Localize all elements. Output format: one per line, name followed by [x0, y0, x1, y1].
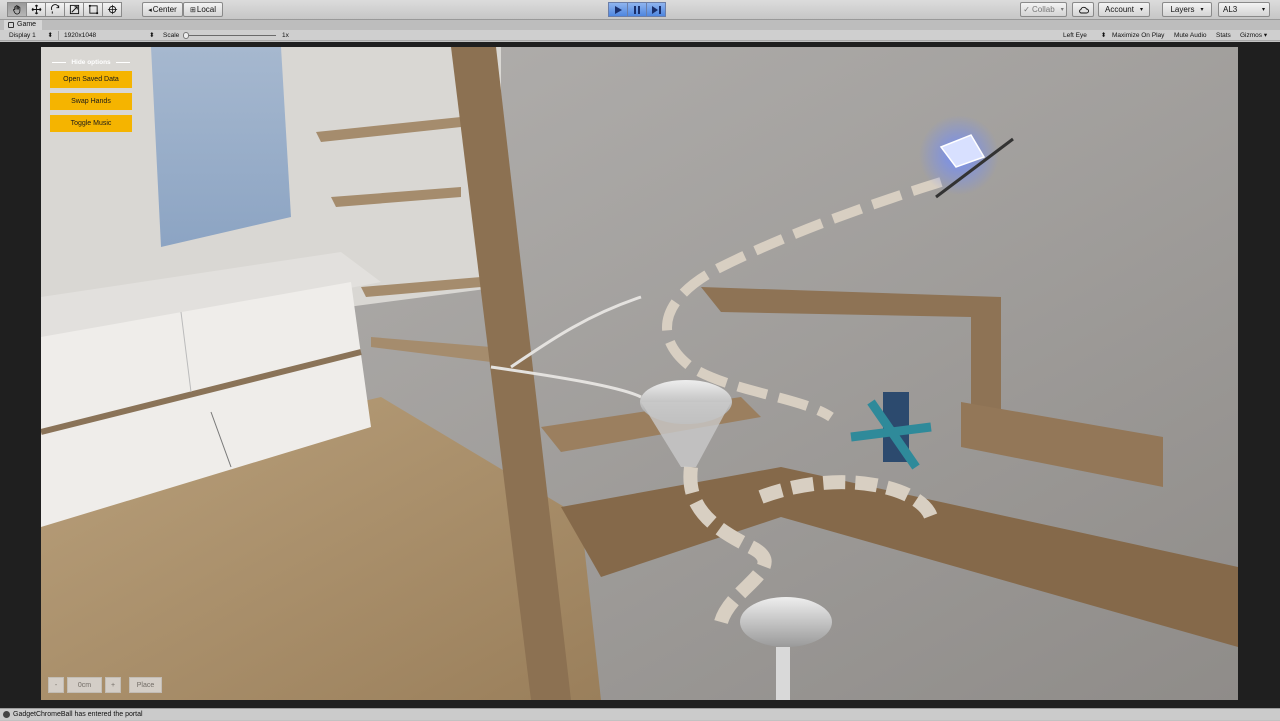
rect-tool-button[interactable]: [83, 2, 103, 17]
scale-slider-track[interactable]: [186, 35, 276, 36]
scale-tool-button[interactable]: [64, 2, 84, 17]
hide-options-label: Hide options: [71, 58, 111, 66]
maximize-on-play-toggle[interactable]: Maximize On Play: [1112, 30, 1164, 41]
game-scene-view[interactable]: [41, 47, 1238, 700]
funnel-stand: [776, 647, 790, 700]
collab-check-icon: ✓: [1023, 5, 1030, 14]
scale-value: 1x: [282, 32, 289, 39]
mute-audio-toggle[interactable]: Mute Audio: [1174, 30, 1207, 41]
pivot-icon: ◂: [148, 6, 152, 14]
tab-game[interactable]: Game: [4, 20, 43, 30]
scene-render: [41, 47, 1238, 700]
game-view-controls: Display 1 ⬍ 1920x1048 ⬍ Scale 1x Left Eye…: [0, 30, 1280, 41]
decrease-distance-button[interactable]: -: [48, 677, 64, 693]
place-button[interactable]: Place: [129, 677, 162, 693]
rotate-tool-button[interactable]: [45, 2, 65, 17]
cloud-button[interactable]: [1072, 2, 1094, 17]
scale-label: Scale: [163, 32, 180, 39]
pause-icon: [634, 5, 640, 14]
info-icon: [3, 711, 10, 718]
step-button[interactable]: [646, 2, 666, 17]
layers-dropdown[interactable]: Layers ▾: [1162, 2, 1212, 17]
resolution-label: 1920x1048: [64, 32, 97, 39]
tab-game-label: Game: [17, 21, 37, 28]
game-view-icon: [8, 22, 14, 28]
main-toolbar: ◂ Center ⊞ Local ✓ Collab ▾ Account ▾ Layers ▾…: [0, 0, 1280, 20]
distance-field[interactable]: 0cm: [67, 677, 102, 693]
playmode-controls: [608, 2, 666, 17]
play-button[interactable]: [608, 2, 628, 17]
resolution-dropdown[interactable]: 1920x1048 ⬍: [64, 30, 155, 41]
gizmos-dropdown[interactable]: Gizmos ▾: [1240, 30, 1267, 41]
eye-dropdown[interactable]: Left Eye ⬍: [1063, 30, 1106, 41]
options-panel: Hide options Open Saved Data Swap Hands …: [50, 56, 132, 132]
toggle-music-button[interactable]: Toggle Music: [50, 115, 132, 132]
hand-icon: [12, 5, 20, 15]
pause-button[interactable]: [627, 2, 647, 17]
display-dropdown[interactable]: Display 1 ⬍: [9, 30, 53, 41]
swap-hands-button[interactable]: Swap Hands: [50, 93, 132, 110]
layout-label: AL3: [1223, 5, 1238, 14]
window-tab-bar: Game: [0, 20, 1280, 30]
chevron-down-icon: ▾: [1139, 7, 1143, 13]
increase-distance-button[interactable]: +: [105, 677, 121, 693]
gizmos-label: Gizmos: [1240, 32, 1263, 39]
move-tool-button[interactable]: [26, 2, 46, 17]
hand-tool-button[interactable]: [7, 2, 27, 17]
rect-transform-icon: [88, 4, 98, 15]
display-label: Display 1: [9, 32, 36, 39]
chevron-down-icon: ▾: [1261, 7, 1265, 13]
layers-label: Layers: [1170, 5, 1195, 14]
window: [151, 47, 291, 247]
account-label: Account: [1105, 5, 1134, 14]
pivot-mode-label: Center: [152, 5, 177, 14]
transform-icon: [107, 4, 117, 15]
collab-label: Collab: [1032, 5, 1055, 14]
pivot-space-button[interactable]: ⊞ Local: [183, 2, 223, 17]
scale-slider-thumb[interactable]: [183, 32, 189, 39]
eye-label: Left Eye: [1063, 32, 1087, 39]
stats-toggle[interactable]: Stats: [1216, 30, 1231, 41]
hide-options-toggle[interactable]: Hide options: [50, 56, 132, 68]
pivot-mode-button[interactable]: ◂ Center: [142, 2, 183, 17]
status-message: GadgetChromeBall has entered the portal: [13, 710, 143, 718]
chevron-down-icon: ▾: [1200, 7, 1204, 13]
collab-button[interactable]: ✓ Collab ▾: [1020, 2, 1067, 17]
funnel-bottom: [740, 597, 832, 647]
chevron-down-icon: ⬍: [1100, 32, 1107, 39]
scale-icon: [69, 4, 79, 15]
chevron-down-icon: ⬍: [47, 32, 53, 39]
divider-line: [115, 61, 130, 63]
cloud-icon: [1078, 6, 1089, 13]
transform-tools: [7, 2, 122, 17]
open-saved-data-button[interactable]: Open Saved Data: [50, 71, 132, 88]
move-icon: [31, 4, 41, 15]
transform-tool-button[interactable]: [102, 2, 122, 17]
pivot-space-label: Local: [196, 5, 216, 14]
chevron-down-icon: ⬍: [149, 32, 155, 39]
layout-dropdown[interactable]: AL3 ▾: [1218, 2, 1270, 17]
local-space-icon: ⊞: [190, 6, 196, 14]
separator: [58, 31, 59, 40]
step-icon: [651, 5, 661, 14]
console-status-bar[interactable]: GadgetChromeBall has entered the portal: [0, 708, 1280, 720]
chevron-down-icon: ▾: [1060, 7, 1064, 13]
account-dropdown[interactable]: Account ▾: [1098, 2, 1150, 17]
rotate-icon: [50, 4, 59, 14]
play-icon: [615, 5, 622, 14]
chevron-down-icon: ▾: [1263, 32, 1268, 39]
divider-line: [52, 61, 67, 63]
